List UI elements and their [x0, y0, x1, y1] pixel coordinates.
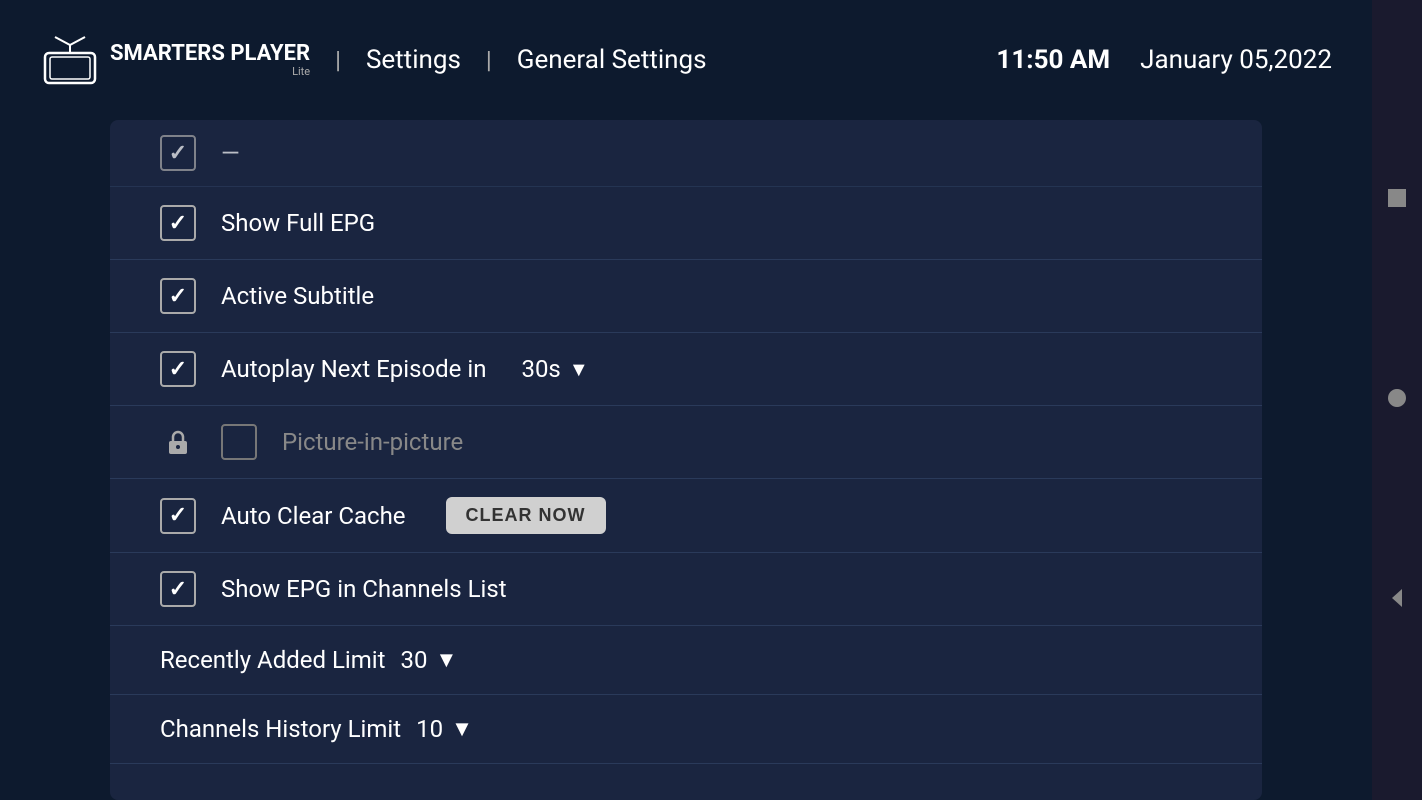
autoplay-arrow-icon: ▼: [569, 357, 589, 382]
active-subtitle-checkbox[interactable]: [160, 278, 196, 314]
recently-added-limit-row: Recently Added Limit 30 ▼: [110, 626, 1262, 695]
partial-checkbox[interactable]: [160, 135, 196, 171]
circle-icon[interactable]: [1386, 387, 1408, 414]
settings-item-autoplay: Autoplay Next Episode in 30s ▼: [110, 333, 1262, 406]
recently-added-limit-dropdown[interactable]: 30 ▼: [401, 646, 458, 674]
logo-text: SMARTERS PLAYER Lite: [110, 42, 310, 78]
show-epg-channels-label: Show EPG in Channels List: [221, 575, 507, 603]
settings-item-show-full-epg: Show Full EPG: [110, 187, 1262, 260]
settings-item-active-subtitle: Active Subtitle: [110, 260, 1262, 333]
partial-label: —: [221, 139, 240, 167]
autoplay-value: 30s: [521, 355, 560, 383]
settings-panel: — Show Full EPG Active Subtitle Autoplay…: [110, 120, 1262, 800]
logo-icon: [40, 35, 100, 85]
channels-history-limit-row: Channels History Limit 10 ▼: [110, 695, 1262, 764]
pip-lock-icon: [160, 424, 196, 460]
active-subtitle-label: Active Subtitle: [221, 282, 374, 310]
recently-added-limit-value: 30: [401, 646, 428, 674]
right-panel: [1372, 0, 1422, 800]
autoplay-checkbox[interactable]: [160, 351, 196, 387]
logo-container: SMARTERS PLAYER Lite: [40, 35, 310, 85]
channels-history-limit-label: Channels History Limit: [160, 715, 401, 743]
header-left: SMARTERS PLAYER Lite | Settings | Genera…: [40, 35, 707, 85]
pip-checkbox[interactable]: [221, 424, 257, 460]
partial-item: —: [110, 120, 1262, 187]
auto-clear-cache-checkbox[interactable]: [160, 498, 196, 534]
show-epg-channels-checkbox[interactable]: [160, 571, 196, 607]
auto-clear-cache-label: Auto Clear Cache: [221, 502, 406, 530]
show-full-epg-label: Show Full EPG: [221, 209, 375, 237]
recently-added-limit-label: Recently Added Limit: [160, 646, 386, 674]
header-right: 11:50 AM January 05,2022: [996, 45, 1332, 75]
channels-history-limit-value: 10: [416, 715, 443, 743]
lock-svg: [164, 428, 192, 456]
clear-now-button[interactable]: CLEAR NOW: [446, 497, 606, 534]
square-icon[interactable]: [1386, 187, 1408, 214]
back-arrow-icon[interactable]: [1386, 587, 1408, 614]
header: SMARTERS PLAYER Lite | Settings | Genera…: [0, 0, 1372, 120]
channels-history-limit-dropdown[interactable]: 10 ▼: [416, 715, 473, 743]
recently-added-limit-arrow-icon: ▼: [435, 647, 457, 673]
nav-separator-2: |: [486, 46, 492, 74]
nav-settings[interactable]: Settings: [366, 45, 461, 75]
nav-separator-1: |: [335, 46, 341, 74]
show-full-epg-checkbox[interactable]: [160, 205, 196, 241]
time-display: 11:50 AM: [996, 45, 1110, 75]
settings-item-show-epg-channels: Show EPG in Channels List: [110, 553, 1262, 626]
settings-item-auto-clear-cache: Auto Clear Cache CLEAR NOW: [110, 479, 1262, 553]
nav-general-settings[interactable]: General Settings: [517, 45, 707, 75]
autoplay-dropdown[interactable]: 30s ▼: [521, 355, 588, 383]
channels-history-limit-arrow-icon: ▼: [451, 716, 473, 742]
pip-label: Picture-in-picture: [282, 428, 463, 456]
date-display: January 05,2022: [1140, 45, 1332, 75]
autoplay-label: Autoplay Next Episode in: [221, 355, 486, 383]
settings-item-pip: Picture-in-picture: [110, 406, 1262, 479]
